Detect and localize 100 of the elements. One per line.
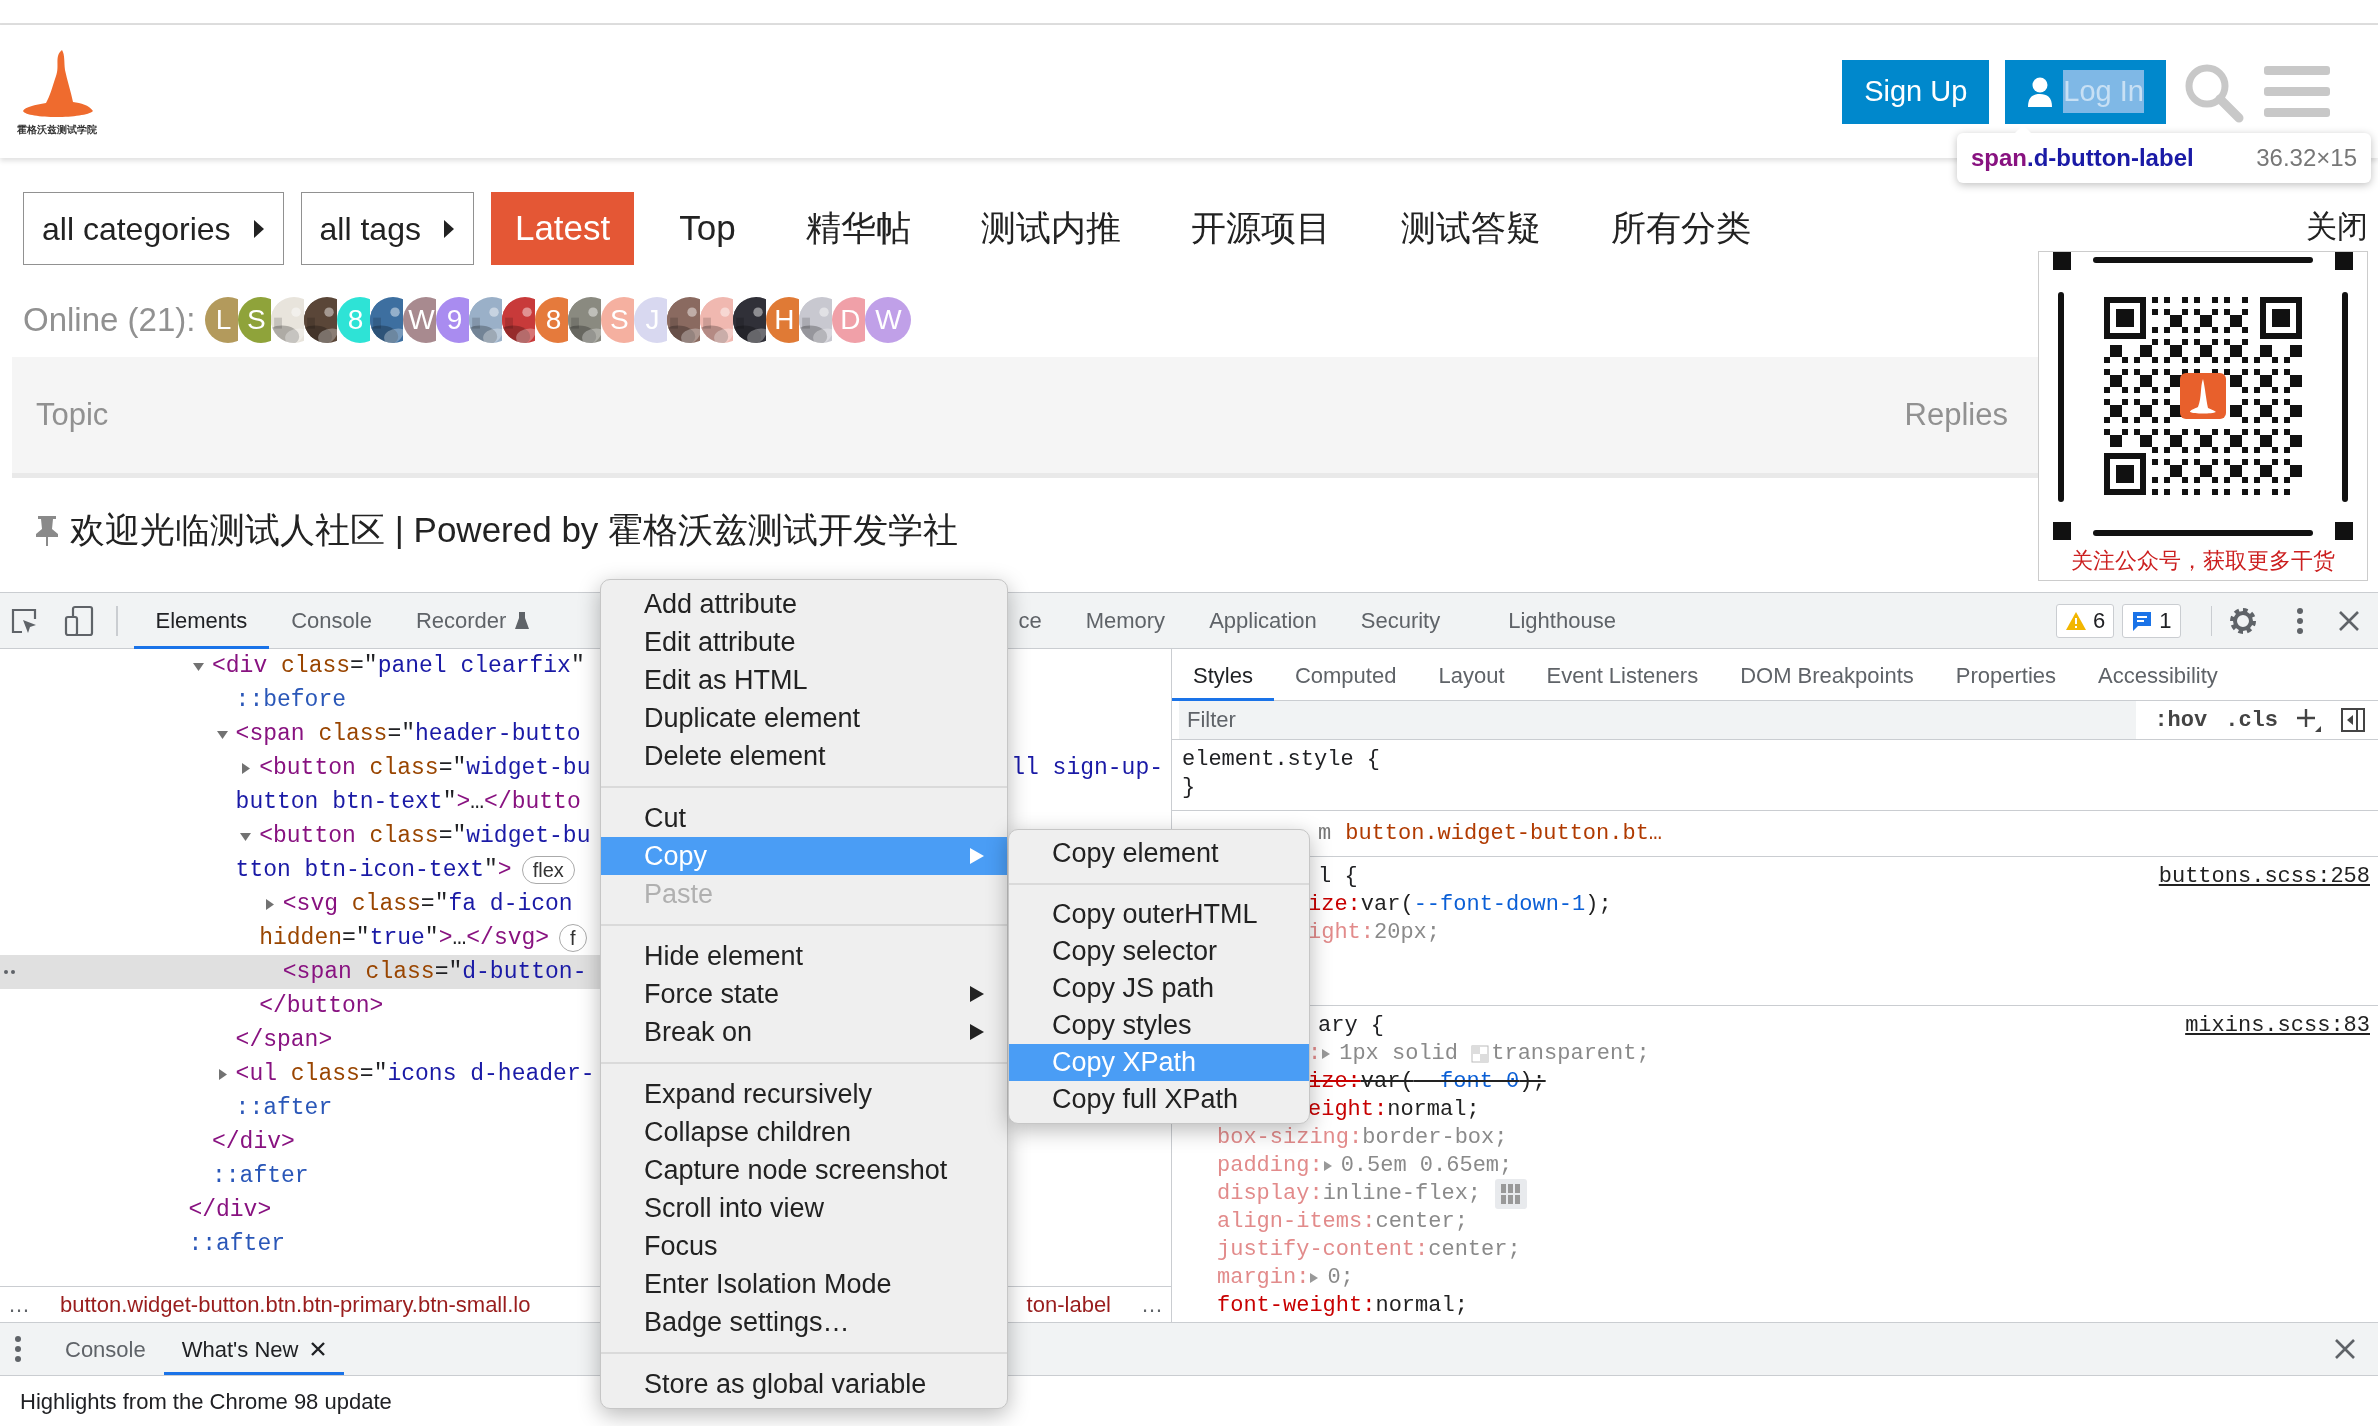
device-toolbar-icon[interactable] (64, 604, 94, 637)
more-button[interactable]: … (1141, 1288, 1163, 1321)
dom-node-text[interactable]: button btn-text">…</butto (235, 784, 581, 820)
caret-right-icon[interactable] (239, 761, 253, 775)
css-property[interactable]: ize: (1308, 1069, 1361, 1095)
dom-node-text[interactable]: <span class="header-butto (235, 716, 581, 752)
expand-triangle-icon[interactable] (1322, 1160, 1333, 1172)
menu-item[interactable]: Add attribute (601, 585, 1007, 623)
sidebar-tab[interactable]: Event Listeners (1525, 649, 1720, 701)
sidebar-toggle-icon[interactable] (2340, 707, 2366, 733)
source-link[interactable]: buttons.scss:258 (2158, 864, 2370, 890)
css-value[interactable]: normal; (1375, 1293, 1468, 1319)
nav-link[interactable]: 测试内推 (945, 192, 1156, 265)
menu-item[interactable]: Capture node screenshot (601, 1151, 1007, 1189)
more-dots-icon[interactable] (4, 970, 18, 974)
inherited-selector[interactable]: button.widget-button.bt… (1345, 817, 1663, 850)
menu-item[interactable]: Store as global variable (601, 1365, 1007, 1403)
messages-counter[interactable]: 1 (2122, 603, 2181, 638)
panel-tab[interactable]: Memory (1063, 592, 1188, 649)
menu-item[interactable]: Focus (601, 1227, 1007, 1265)
dom-node-text[interactable]: <button class="widget-bu (259, 818, 591, 854)
color-swatch-icon[interactable] (1471, 1045, 1490, 1063)
css-value[interactable]: var(--font-0); (1360, 1069, 1546, 1095)
submenu-arrow-icon[interactable] (969, 1023, 985, 1041)
menu-item[interactable]: Edit attribute (601, 623, 1007, 661)
css-property[interactable]: ize: (1308, 892, 1361, 918)
filter-field[interactable]: Filter (1179, 701, 2137, 739)
menu-item[interactable]: Collapse children (601, 1113, 1007, 1151)
breadcrumb-item[interactable]: button.widget-button.btn.btn-primary.btn-small.lo (60, 1288, 531, 1321)
warnings-counter[interactable]: 6 (2056, 603, 2115, 638)
css-selector[interactable]: l { (1318, 864, 1358, 890)
menu-item[interactable]: Cut (601, 799, 1007, 837)
flexbox-editor-icon[interactable] (1495, 1179, 1528, 1209)
menu-item[interactable]: Enter Isolation Mode (601, 1265, 1007, 1303)
expand-triangle-icon[interactable] (1321, 1048, 1332, 1060)
dom-node-text[interactable]: ::after (188, 1226, 285, 1262)
source-link[interactable]: mixins.scss:83 (2185, 1013, 2370, 1039)
sidebar-tab[interactable]: DOM Breakpoints (1719, 649, 1935, 701)
filter-dropdown[interactable]: all categories (23, 192, 284, 265)
nav-link[interactable]: 测试答疑 (1365, 192, 1576, 265)
dom-node-text[interactable]: <svg class="fa d-icon (282, 886, 573, 922)
sidebar-tab[interactable]: Accessibility (2077, 649, 2239, 701)
menu-item[interactable]: Copy JS path (1009, 970, 1309, 1007)
close-icon[interactable] (310, 1341, 327, 1357)
nav-link[interactable]: 开源项目 (1155, 192, 1366, 265)
menu-item[interactable]: Break on (601, 1013, 1007, 1051)
menu-item[interactable]: Force state (601, 975, 1007, 1013)
add-icon[interactable] (2296, 707, 2322, 733)
panel-tab[interactable]: Console (269, 592, 394, 649)
filter-dropdown[interactable]: all tags (300, 192, 474, 265)
sidebar-tab[interactable]: Layout (1417, 649, 1526, 701)
dom-node-text[interactable]: <ul class="icons d-header- (235, 1056, 595, 1092)
settings-icon[interactable] (2228, 605, 2258, 636)
menu-item[interactable]: Delete element (601, 737, 1007, 775)
more-options-icon[interactable] (2296, 607, 2304, 634)
panel-tab[interactable]: Application (1187, 592, 1339, 649)
dom-node-text[interactable]: tton btn-icon-text"> (235, 852, 512, 888)
dom-node-text[interactable]: ::after (212, 1158, 309, 1194)
dom-node-text[interactable]: ::before (235, 682, 346, 718)
panel-tab[interactable]: Lighthouse (1486, 592, 1638, 649)
dom-node-text[interactable]: ll sign-up- (1011, 750, 1163, 786)
nav-link[interactable]: 所有分类 (1575, 192, 1786, 265)
dom-node-text[interactable]: <div class="panel clearfix" (212, 649, 585, 684)
menu-item[interactable]: Scroll into view (601, 1189, 1007, 1227)
more-button[interactable]: … (8, 1288, 30, 1321)
sidebar-tab[interactable]: Computed (1273, 649, 1418, 701)
nav-link[interactable]: 精华帖 (770, 192, 946, 265)
css-selector[interactable]: ary { (1318, 1013, 1384, 1039)
closing-tag[interactable]: </div> (212, 1124, 295, 1160)
menu-item[interactable]: Hide element (601, 937, 1007, 975)
css-value[interactable]: normal; (1387, 1097, 1480, 1123)
inspect-icon[interactable] (10, 606, 38, 635)
menu-item[interactable]: Copy selector (1009, 933, 1309, 970)
breadcrumb-item[interactable]: ton-label (1026, 1288, 1111, 1321)
submenu-arrow-icon[interactable] (969, 985, 985, 1003)
layout-badge[interactable]: flex (521, 856, 575, 884)
close-link[interactable]: 关闭 (2038, 204, 2368, 251)
nav-link[interactable]: Top (644, 192, 771, 265)
menu-item[interactable]: Copy styles (1009, 1007, 1309, 1044)
closing-tag[interactable]: </div> (188, 1192, 272, 1228)
panel-tab[interactable]: Security (1338, 592, 1463, 649)
state-toggle[interactable]: :hov (2154, 703, 2208, 737)
drawer-tab[interactable]: What's New (163, 1323, 345, 1375)
menu-item[interactable]: Expand recursively (601, 1075, 1007, 1113)
expand-triangle-icon[interactable] (1309, 1272, 1320, 1284)
menu-item[interactable]: Edit as HTML (601, 661, 1007, 699)
dom-node-text[interactable]: hidden="true">…</svg> (259, 920, 550, 956)
menu-item[interactable]: Copy full XPath (1009, 1081, 1309, 1118)
header-button[interactable]: Sign Up (1842, 59, 1990, 124)
css-property[interactable]: eight: (1308, 1097, 1388, 1123)
dom-node-text[interactable]: ::after (235, 1090, 333, 1126)
drawer-tab[interactable]: Console (47, 1323, 164, 1375)
class-toggle[interactable]: .cls (2225, 703, 2278, 737)
menu-item[interactable]: Copy element (1009, 835, 1309, 872)
more-options-icon[interactable] (14, 1336, 22, 1362)
panel-tab[interactable]: Elements (133, 592, 270, 649)
closing-tag[interactable]: </span> (235, 1022, 333, 1058)
css-selector[interactable]: element.style { (1182, 747, 1381, 773)
menu-item[interactable]: Badge settings… (601, 1303, 1007, 1341)
css-property[interactable]: font-weight: (1217, 1293, 1376, 1319)
